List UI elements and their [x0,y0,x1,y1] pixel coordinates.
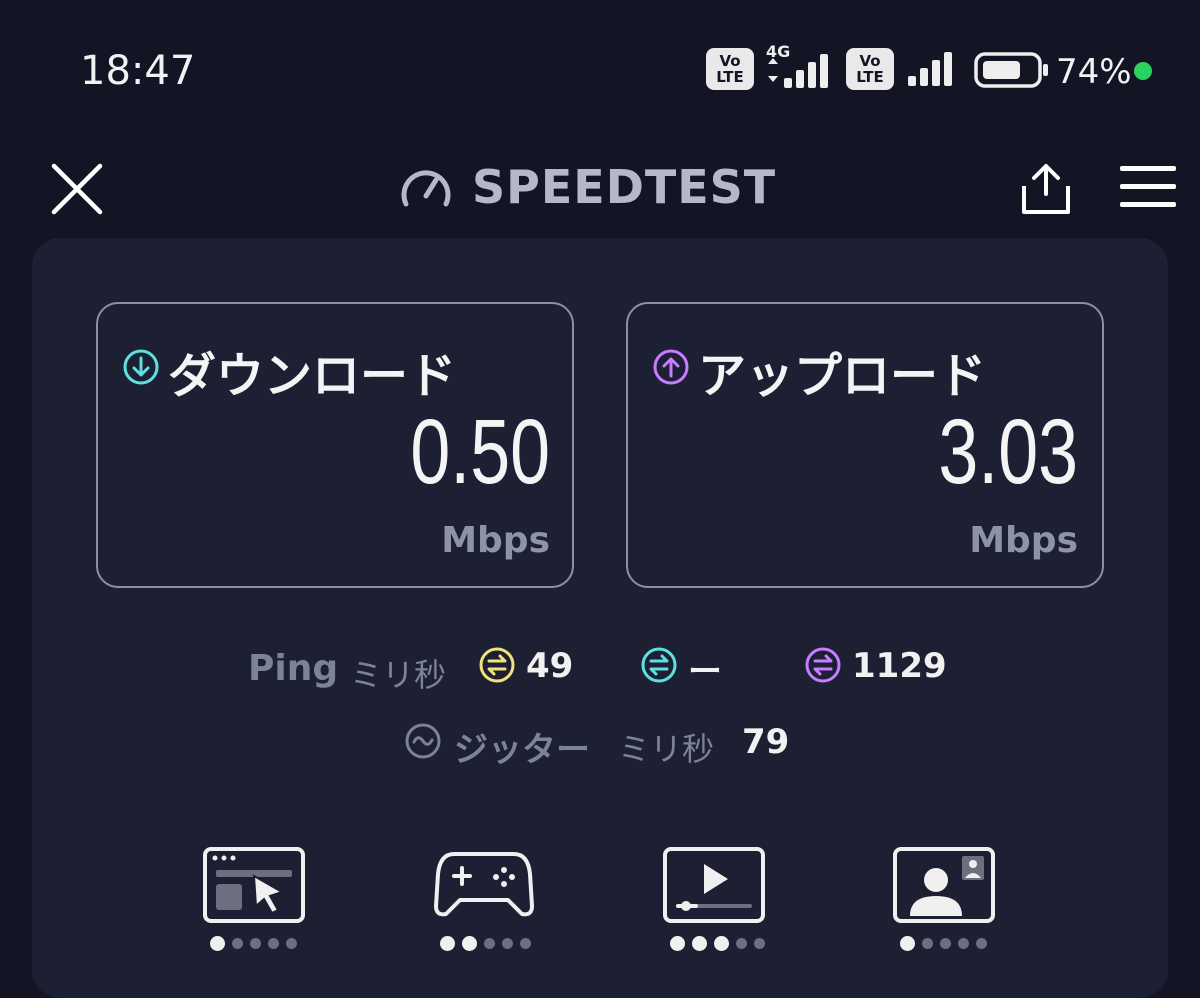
menu-icon[interactable] [1118,164,1178,210]
rating-dot [958,938,969,949]
web-browsing-icon[interactable] [202,846,306,924]
jitter-label: ジッター [454,730,590,770]
rating-dot [736,938,747,949]
rating-dot [940,938,951,949]
rating-dot [520,938,531,949]
jitter-icon [405,723,441,759]
ping-download-icon [641,647,677,683]
web-browsing-rating [210,936,297,951]
rating-dot [462,936,477,951]
ping-label: Ping [248,648,339,689]
ping-idle-value: 49 [526,646,574,686]
rating-dot [670,936,685,951]
download-label: ダウンロード [168,348,457,404]
rating-dot [900,936,915,951]
share-icon[interactable] [1018,160,1074,216]
rating-dot [692,936,707,951]
gaming-rating [440,936,531,951]
ping-upload-icon [805,647,841,683]
rating-dot [922,938,933,949]
upload-label: アップロード [698,348,987,404]
rating-dot [754,938,765,949]
rating-dot [502,938,513,949]
jitter-unit: ミリ秒 [618,730,715,768]
download-value: 0.50 [410,401,550,503]
ping-upload-value: 1129 [852,646,947,686]
upload-unit: Mbps [969,520,1078,561]
rating-dot [484,938,495,949]
upload-arrow-icon [653,349,689,385]
status-time: 18:47 [80,48,196,94]
ping-idle-icon [479,647,515,683]
video-call-icon[interactable] [892,846,996,924]
battery-icon [974,52,1048,88]
privacy-indicator-dot [1134,62,1152,80]
signal-strength-icon-2 [908,52,952,86]
volte-icon: Vo LTE [706,48,754,90]
rating-dot [976,938,987,949]
rating-dot [714,936,729,951]
ping-unit: ミリ秒 [350,656,447,694]
gaming-icon[interactable] [434,850,534,920]
video-streaming-rating [670,936,765,951]
jitter-value: 79 [742,722,790,762]
download-arrow-icon [123,349,159,385]
page-title: SPEEDTEST [472,160,777,214]
rating-dot [250,938,261,949]
rating-dot [232,938,243,949]
speedometer-icon [401,170,451,207]
battery-percent: 74% [1056,52,1132,92]
ping-download-value: ー [688,652,722,692]
upload-value: 3.03 [938,401,1078,503]
download-unit: Mbps [441,520,550,561]
rating-dot [210,936,225,951]
rating-dot [440,936,455,951]
video-call-rating [900,936,987,951]
signal-strength-icon [768,54,828,88]
volte-icon-2: Vo LTE [846,48,894,90]
video-streaming-icon[interactable] [662,846,766,924]
close-icon[interactable] [50,162,104,216]
rating-dot [286,938,297,949]
rating-dot [268,938,279,949]
